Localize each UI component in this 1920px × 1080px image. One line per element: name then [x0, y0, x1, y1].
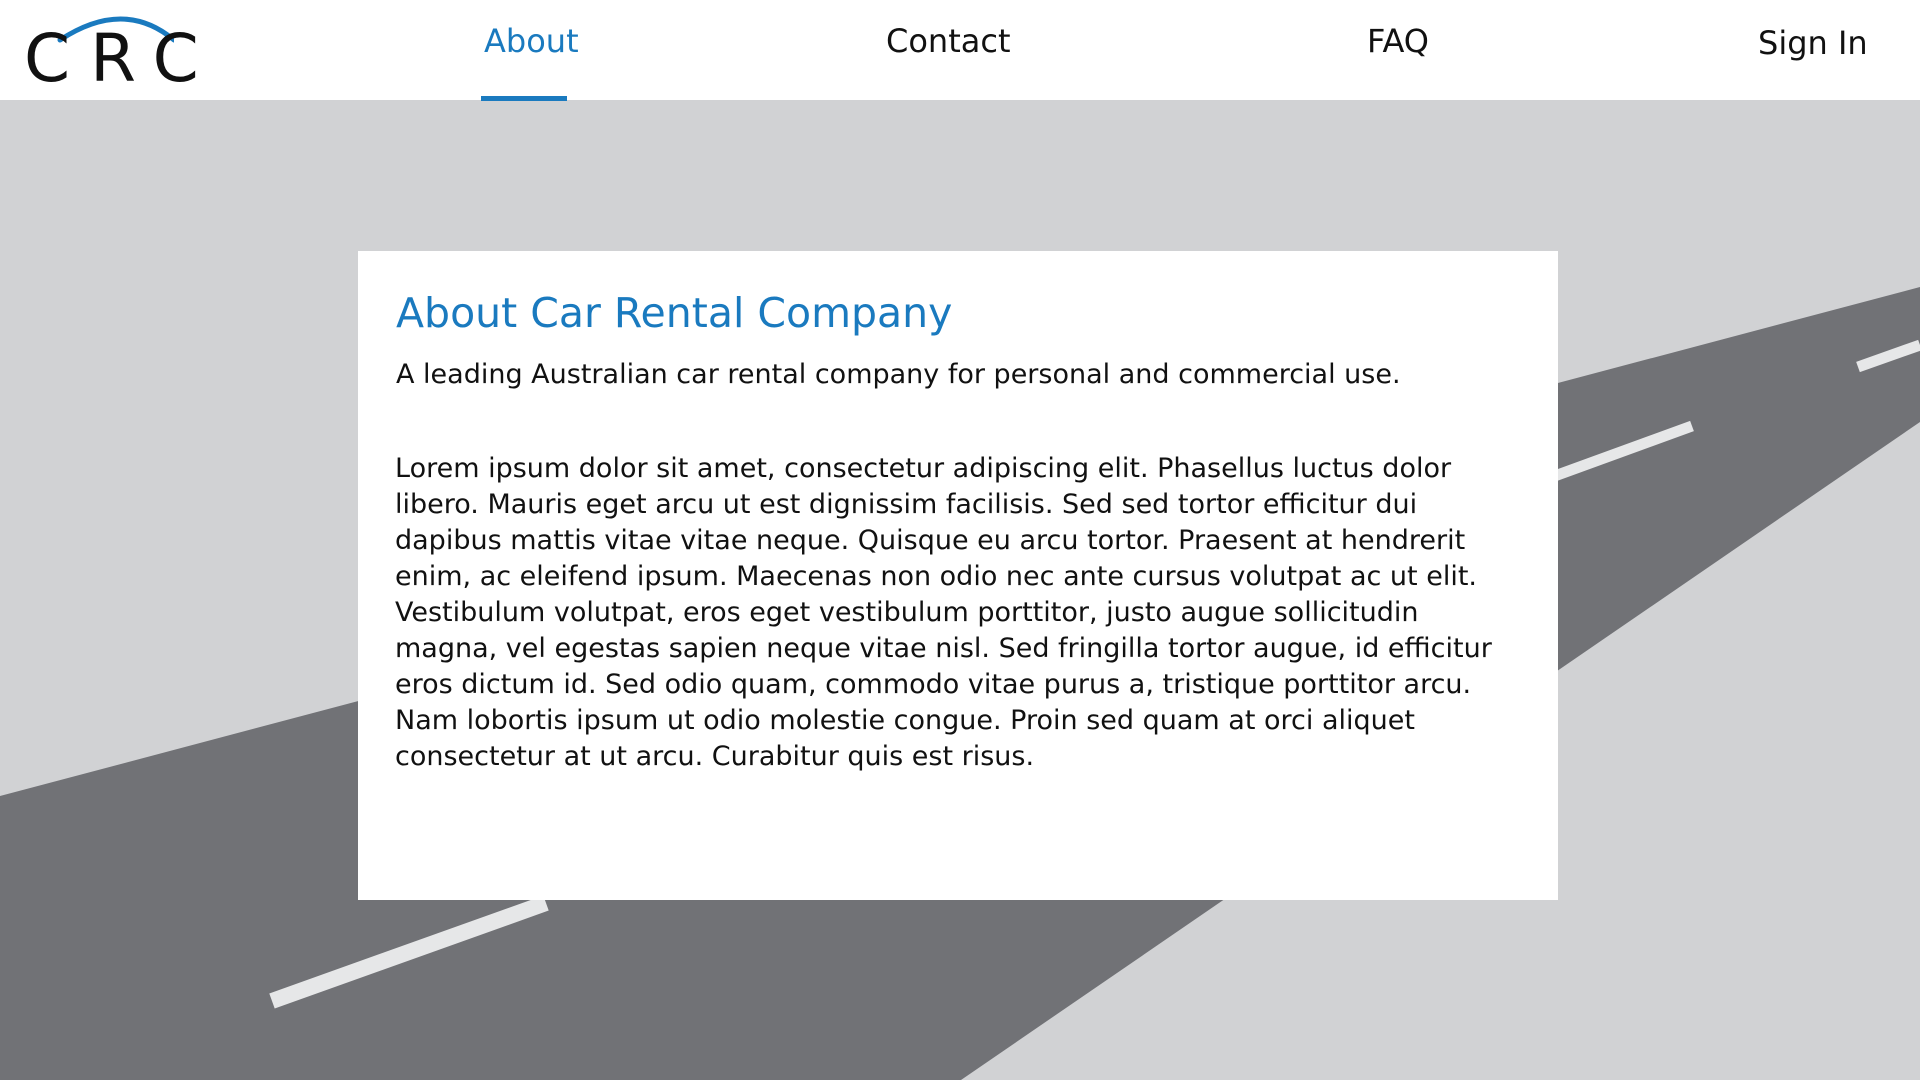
nav-contact[interactable]: Contact — [886, 22, 1011, 60]
page-title: About Car Rental Company — [396, 289, 953, 337]
sign-in-link[interactable]: Sign In — [1758, 24, 1868, 62]
about-body-text: Lorem ipsum dolor sit amet, consectetur … — [395, 453, 1492, 772]
nav-faq[interactable]: FAQ — [1367, 22, 1429, 60]
about-card: About Car Rental Company A leading Austr… — [358, 251, 1558, 900]
logo-text: CRC — [24, 20, 219, 97]
page-subtitle: A leading Australian car rental company … — [396, 359, 1401, 390]
nav-about[interactable]: About — [484, 22, 579, 60]
active-tab-indicator — [481, 96, 567, 101]
site-header: CRC About Contact FAQ Sign In — [0, 0, 1920, 100]
crc-logo[interactable]: CRC — [24, 10, 219, 97]
